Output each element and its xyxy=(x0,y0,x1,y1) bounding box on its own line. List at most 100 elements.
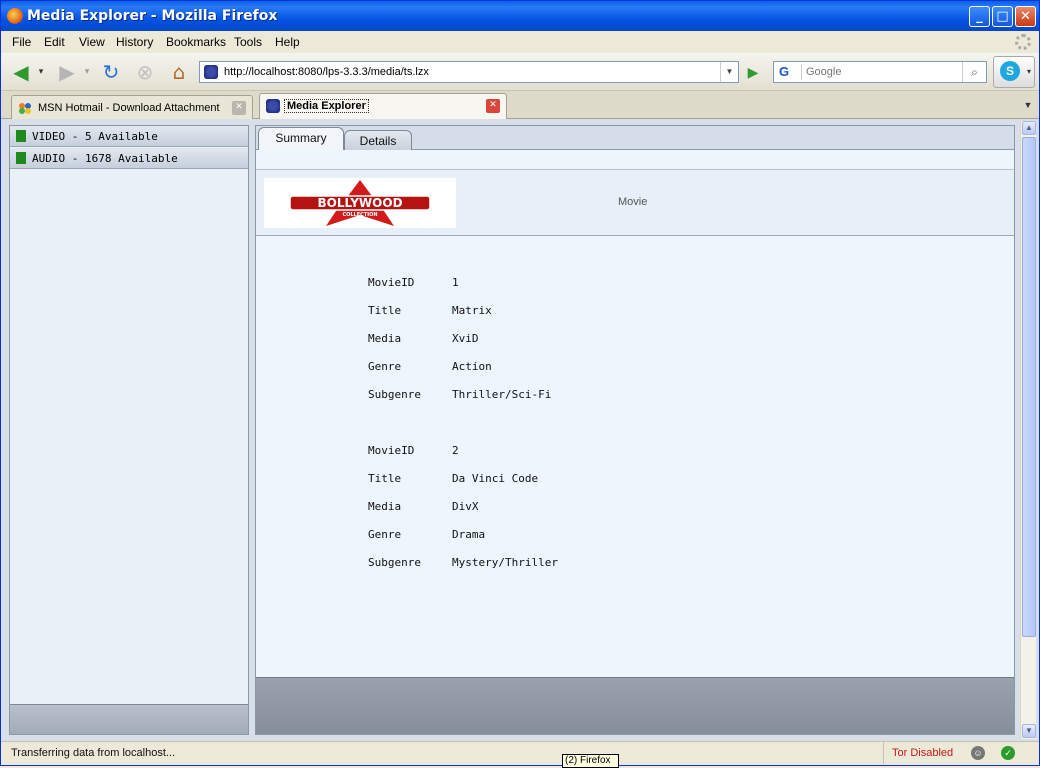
menu-history[interactable]: History xyxy=(116,35,153,49)
close-window-button[interactable]: ✕ xyxy=(1015,6,1036,27)
minimize-button[interactable]: _ xyxy=(969,6,990,27)
menu-view[interactable]: View xyxy=(79,35,105,49)
field-value: DivX xyxy=(452,500,479,513)
search-bar[interactable]: G ⌕ xyxy=(773,61,987,83)
back-history-dropdown-icon[interactable]: ▾ xyxy=(35,60,47,84)
status-bar: Transferring data from localhost... Tor … xyxy=(1,741,1039,765)
tab-media-explorer[interactable]: Media Explorer ✕ xyxy=(259,93,507,120)
scroll-down-icon[interactable]: ▼ xyxy=(1022,724,1036,738)
back-icon[interactable]: ◀ xyxy=(9,60,33,84)
field-value: Drama xyxy=(452,528,486,541)
firefox-icon xyxy=(7,8,23,24)
url-input[interactable] xyxy=(224,64,714,80)
field-value: Mystery/Thriller xyxy=(452,556,558,569)
maximize-button[interactable]: □ xyxy=(992,6,1013,27)
search-input[interactable] xyxy=(806,64,956,80)
home-icon[interactable]: ⌂ xyxy=(167,60,191,84)
category-status-icon xyxy=(16,152,26,164)
reload-icon[interactable]: ↻ xyxy=(99,60,123,84)
skype-dropdown-icon[interactable]: ▾ xyxy=(1027,67,1031,76)
field-row: Title Matrix xyxy=(368,304,668,318)
addon-status-icon[interactable]: ☺ xyxy=(971,746,985,760)
view-tabs: Summary Details xyxy=(256,126,1014,150)
field-value: Matrix xyxy=(452,304,492,317)
tab-label: MSN Hotmail - Download Attachment xyxy=(38,102,220,114)
tab-label: Media Explorer xyxy=(284,99,369,113)
menu-bookmarks[interactable]: Bookmarks xyxy=(166,35,226,49)
detail-panel: Summary Details BOLLYWOOD COLLECTION Mov… xyxy=(255,125,1015,735)
field-row: MovieID 1 xyxy=(368,276,668,290)
category-panel: VIDEO - 5 Available AUDIO - 1678 Availab… xyxy=(9,125,249,735)
stop-icon[interactable]: ⊗ xyxy=(133,60,157,84)
window-title: Media Explorer - Mozilla Firefox xyxy=(27,8,278,24)
field-row: MovieID 2 xyxy=(368,444,668,458)
menu-edit[interactable]: Edit xyxy=(44,35,65,49)
menu-file[interactable]: File xyxy=(12,35,31,49)
url-dropdown-icon[interactable]: ▼ xyxy=(720,62,738,82)
field-row: Subgenre Mystery/Thriller xyxy=(368,556,668,570)
logo-subtext: COLLECTION xyxy=(342,212,377,218)
category-panel-footer xyxy=(10,704,248,734)
scroll-up-icon[interactable]: ▲ xyxy=(1022,121,1036,135)
menu-help[interactable]: Help xyxy=(275,35,300,49)
page-scrollbar[interactable]: ▲ ▼ xyxy=(1020,121,1036,739)
menu-tools[interactable]: Tools xyxy=(234,35,262,49)
field-label: Title xyxy=(368,472,402,485)
go-icon[interactable]: ▶ xyxy=(741,61,765,83)
field-label: Genre xyxy=(368,528,402,541)
field-value: 2 xyxy=(452,444,459,457)
media-header: BOLLYWOOD COLLECTION Movie xyxy=(256,170,1014,236)
tab-list-dropdown-icon[interactable]: ▼ xyxy=(1021,97,1035,113)
check-status-icon[interactable]: ✓ xyxy=(1001,746,1015,760)
menu-bar: File Edit View History Bookmarks Tools H… xyxy=(1,31,1039,53)
tab-close-icon[interactable]: ✕ xyxy=(232,101,246,115)
field-label: Media xyxy=(368,332,402,345)
field-row: Subgenre Thriller/Sci-Fi xyxy=(368,388,668,402)
skype-toolbar-button[interactable]: S ▾ xyxy=(993,56,1035,88)
field-row: Genre Drama xyxy=(368,528,668,542)
tab-close-icon[interactable]: ✕ xyxy=(486,99,500,113)
status-text: Transferring data from localhost... xyxy=(11,747,176,759)
tor-status[interactable]: Tor Disabled xyxy=(883,742,961,764)
browser-tab-bar: MSN Hotmail - Download Attachment ✕ Medi… xyxy=(1,91,1039,120)
tab-details[interactable]: Details xyxy=(344,130,412,150)
media-explorer-favicon-icon xyxy=(266,99,280,113)
field-value: XviD xyxy=(452,332,479,345)
page-content: VIDEO - 5 Available AUDIO - 1678 Availab… xyxy=(1,119,1039,741)
forward-icon[interactable]: ▶ xyxy=(55,60,79,84)
msn-butterfly-icon xyxy=(19,103,31,114)
field-value: 1 xyxy=(452,276,459,289)
category-video[interactable]: VIDEO - 5 Available xyxy=(10,126,248,147)
navigation-toolbar: ◀ ▾ ▶ ▾ ↻ ⊗ ⌂ ▼ ▶ G ⌕ S ▾ xyxy=(1,53,1039,91)
field-value: Thriller/Sci-Fi xyxy=(452,388,552,401)
search-icon[interactable]: ⌕ xyxy=(962,62,986,82)
category-audio[interactable]: AUDIO - 1678 Available xyxy=(10,148,248,169)
category-status-icon xyxy=(16,130,26,142)
field-label: MovieID xyxy=(368,444,415,457)
field-row: Media DivX xyxy=(368,500,668,514)
throbber-icon xyxy=(1015,34,1031,50)
field-row: Title Da Vinci Code xyxy=(368,472,668,486)
media-type-label: Movie xyxy=(618,196,648,208)
field-value: Da Vinci Code xyxy=(452,472,539,485)
logo-text: BOLLYWOOD xyxy=(317,196,402,210)
category-label: AUDIO - 1678 Available xyxy=(32,152,178,165)
detail-panel-footer xyxy=(256,677,1014,734)
field-label: Subgenre xyxy=(368,388,421,401)
title-bar: Media Explorer - Mozilla Firefox _ □ ✕ xyxy=(1,1,1039,31)
sub-toolbar xyxy=(256,150,1014,170)
skype-icon: S xyxy=(1000,61,1020,81)
tab-msn-hotmail[interactable]: MSN Hotmail - Download Attachment ✕ xyxy=(11,95,253,119)
site-favicon-icon xyxy=(204,65,218,79)
url-bar[interactable]: ▼ xyxy=(199,61,739,83)
search-engine-icon[interactable]: G xyxy=(776,64,802,80)
field-value: Action xyxy=(452,360,492,373)
field-label: Media xyxy=(368,500,402,513)
tab-summary[interactable]: Summary xyxy=(258,127,344,150)
scroll-thumb[interactable] xyxy=(1022,137,1036,637)
field-label: Title xyxy=(368,304,402,317)
category-label: VIDEO - 5 Available xyxy=(32,130,158,143)
field-label: MovieID xyxy=(368,276,415,289)
browser-window: Media Explorer - Mozilla Firefox _ □ ✕ F… xyxy=(0,0,1040,768)
forward-history-dropdown-icon[interactable]: ▾ xyxy=(81,60,93,84)
